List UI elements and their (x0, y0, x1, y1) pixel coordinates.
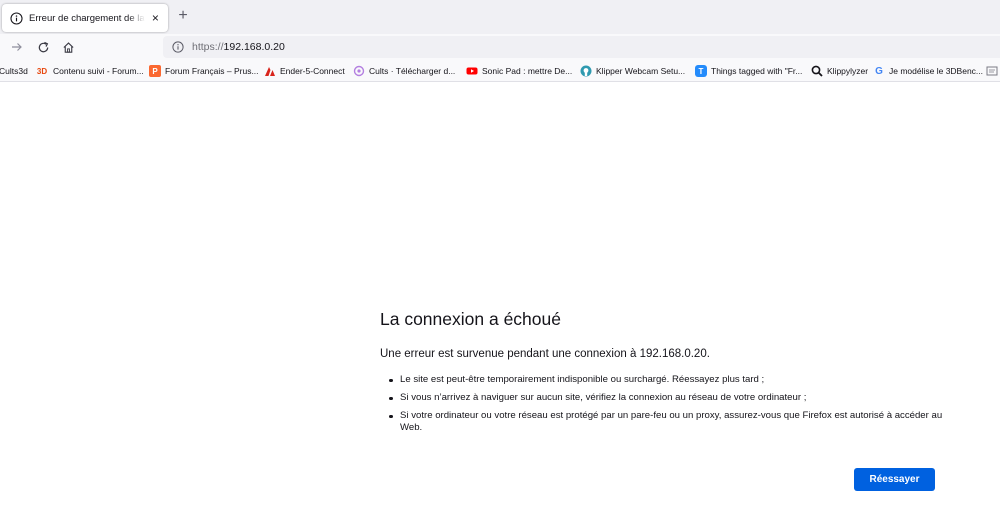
navigation-toolbar: https://192.168.0.20 (0, 34, 1000, 60)
document-icon (986, 65, 998, 77)
site-info-icon[interactable] (172, 41, 184, 53)
bookmark-overflow[interactable] (986, 64, 1000, 78)
bookmark-things-tagged[interactable]: T Things tagged with "Fr... (695, 64, 802, 78)
url-bar[interactable]: https://192.168.0.20 (163, 36, 1000, 58)
list-item: Si vous n’arrivez à naviguer sur aucun s… (389, 392, 950, 404)
bookmark-label: Cults3d (0, 66, 28, 76)
error-description: Une erreur est survenue pendant une conn… (380, 348, 710, 360)
bookmark-label: Cults · Télécharger d... (369, 66, 456, 76)
new-tab-icon[interactable]: + (175, 8, 191, 24)
error-suggestions: Le site est peut-être temporairement ind… (380, 374, 950, 440)
bookmark-label: Things tagged with "Fr... (711, 66, 803, 76)
tab-active[interactable]: Erreur de chargement de la page × (2, 4, 168, 32)
creality-icon (264, 65, 276, 77)
bookmark-cults3d[interactable]: Cults3d (0, 64, 28, 78)
list-item: Si votre ordinateur ou votre réseau est … (389, 410, 950, 434)
error-title: La connexion a échoué (380, 309, 561, 329)
retry-button[interactable]: Réessayer (854, 468, 935, 491)
bookmark-label: Forum Français – Prus... (165, 66, 259, 76)
reload-icon[interactable] (34, 38, 52, 56)
tab-title: Erreur de chargement de la page (29, 12, 145, 24)
url-host: 192.168.0.20 (223, 41, 285, 53)
thingiverse-icon: T (695, 65, 707, 77)
bookmark-label: Ender-5-Connect (280, 66, 345, 76)
close-tab-icon[interactable]: × (149, 11, 162, 25)
bookmark-label: Je modélise le 3DBenc... (889, 66, 984, 76)
url-text[interactable]: https://192.168.0.20 (192, 41, 285, 53)
home-icon[interactable] (59, 38, 77, 56)
bookmark-label: Klipper Webcam Setu... (596, 66, 686, 76)
cults-icon (353, 65, 365, 77)
bookmark-klipper-webcam[interactable]: Klipper Webcam Setu... (580, 64, 685, 78)
tab-strip: Erreur de chargement de la page × + (0, 0, 1000, 34)
list-item: Le site est peut-être temporairement ind… (389, 374, 950, 386)
forward-icon[interactable] (8, 38, 26, 56)
bookmarks-bar: Cults3d 3D Contenu suivi - Forum... P Fo… (0, 60, 1000, 82)
search-icon (811, 65, 823, 77)
bookmark-label: Sonic Pad : mettre De... (482, 66, 573, 76)
bookmark-contenu-suivi[interactable]: 3D Contenu suivi - Forum... (35, 64, 144, 78)
bookmark-klippylyzer[interactable]: Klippylyzer (811, 64, 868, 78)
info-icon (10, 11, 23, 25)
bookmark-cults-telecharger[interactable]: Cults · Télécharger d... (353, 64, 455, 78)
prusa-icon: P (149, 65, 161, 77)
bookmark-forum-prusa[interactable]: P Forum Français – Prus... (149, 64, 259, 78)
github-icon (580, 65, 592, 77)
url-protocol: https:// (192, 41, 224, 53)
google-icon: G (875, 65, 883, 77)
bookmark-label: Contenu suivi - Forum... (53, 66, 144, 76)
3d-icon: 3D (36, 66, 48, 76)
bookmark-label: Klippylyzer (827, 66, 869, 76)
bookmark-sonic-pad[interactable]: Sonic Pad : mettre De... (466, 64, 572, 78)
bookmark-ender-5-connect[interactable]: Ender-5-Connect (264, 64, 345, 78)
youtube-icon (466, 65, 478, 77)
bookmark-3dbenchy[interactable]: G Je modélise le 3DBenc... (873, 64, 983, 78)
